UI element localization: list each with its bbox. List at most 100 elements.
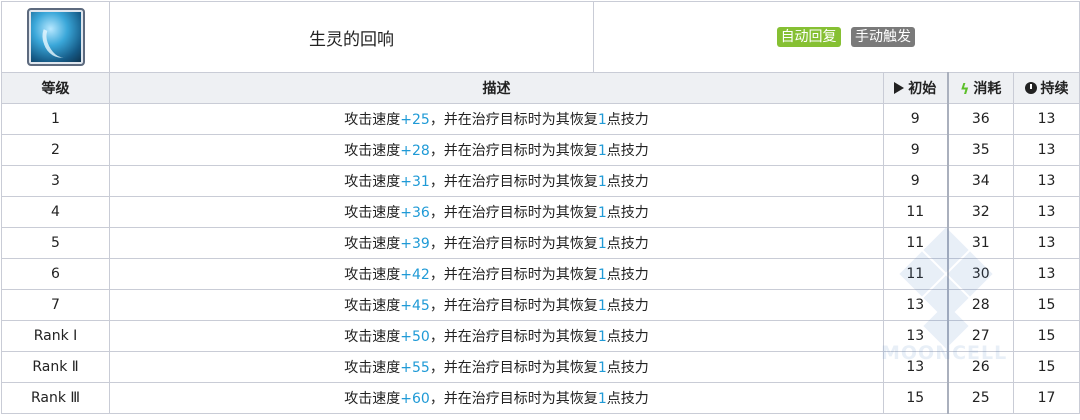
desc-suffix: 点技力 [606, 360, 649, 376]
row-cost: 31 [946, 227, 1014, 259]
row-level: 2 [1, 134, 110, 166]
row-cost: 32 [946, 196, 1014, 228]
table-row: 2 攻击速度+28，并在治疗目标时为其恢复1点技力 9 35 13 [1, 134, 1080, 166]
row-initial: 11 [883, 227, 948, 259]
table-row: Rank Ⅰ 攻击速度+50，并在治疗目标时为其恢复1点技力 13 27 15 [1, 320, 1080, 352]
desc-value: +25 [400, 112, 430, 128]
desc-mid: ，并在治疗目标时为其恢复 [429, 112, 598, 128]
tag-auto-recovery: 自动回复 [776, 27, 841, 47]
col-header-duration: 持续 [1012, 72, 1080, 104]
row-level: 7 [1, 289, 110, 321]
row-description: 攻击速度+28，并在治疗目标时为其恢复1点技力 [109, 134, 884, 166]
desc-mid: ，并在治疗目标时为其恢复 [429, 329, 598, 345]
row-duration: 13 [1012, 196, 1080, 228]
row-description: 攻击速度+50，并在治疗目标时为其恢复1点技力 [109, 320, 884, 352]
table-row: 1 攻击速度+25，并在治疗目标时为其恢复1点技力 9 36 13 [1, 103, 1080, 135]
desc-suffix: 点技力 [606, 143, 649, 159]
desc-amount: 1 [597, 267, 607, 283]
desc-suffix: 点技力 [606, 298, 649, 314]
row-initial: 15 [883, 382, 948, 414]
table-row: 3 攻击速度+31，并在治疗目标时为其恢复1点技力 9 34 13 [1, 165, 1080, 197]
skill-table: 生灵的回响 自动回复 手动触发 等级 描述 初始 ϟ 消耗 持续 1 攻击速度+25… [1, 1, 1080, 414]
row-duration: 15 [1012, 351, 1080, 383]
desc-value: +28 [400, 143, 430, 159]
skill-header-row: 生灵的回响 自动回复 手动触发 [1, 1, 1080, 73]
table-row: 7 攻击速度+45，并在治疗目标时为其恢复1点技力 13 28 15 [1, 289, 1080, 321]
col-header-cost: ϟ 消耗 [946, 72, 1014, 104]
desc-suffix: 点技力 [606, 236, 649, 252]
row-cost: 35 [946, 134, 1014, 166]
desc-value: +50 [400, 329, 430, 345]
desc-prefix: 攻击速度 [344, 174, 401, 190]
row-level: Rank Ⅲ [1, 382, 110, 414]
row-cost: 30 [946, 258, 1014, 290]
row-description: 攻击速度+39，并在治疗目标时为其恢复1点技力 [109, 227, 884, 259]
row-description: 攻击速度+25，并在治疗目标时为其恢复1点技力 [109, 103, 884, 135]
row-duration: 13 [1012, 227, 1080, 259]
row-level: Rank Ⅰ [1, 320, 110, 352]
row-initial: 13 [883, 320, 948, 352]
col-header-level: 等级 [1, 72, 110, 104]
row-description: 攻击速度+31，并在治疗目标时为其恢复1点技力 [109, 165, 884, 197]
desc-amount: 1 [597, 112, 607, 128]
skill-tags: 自动回复 手动触发 [592, 1, 1080, 73]
row-cost: 36 [946, 103, 1014, 135]
desc-amount: 1 [597, 360, 607, 376]
desc-value: +42 [400, 267, 430, 283]
row-description: 攻击速度+55，并在治疗目标时为其恢复1点技力 [109, 351, 884, 383]
row-description: 攻击速度+42，并在治疗目标时为其恢复1点技力 [109, 258, 884, 290]
row-duration: 15 [1012, 289, 1080, 321]
row-duration: 13 [1012, 134, 1080, 166]
row-initial: 9 [883, 103, 948, 135]
desc-suffix: 点技力 [606, 267, 649, 283]
desc-mid: ，并在治疗目标时为其恢复 [429, 391, 598, 407]
row-level: 4 [1, 196, 110, 228]
level-rows: 1 攻击速度+25，并在治疗目标时为其恢复1点技力 9 36 13 2 攻击速度+28，并在… [1, 103, 1080, 414]
skill-panel: 生灵的回响 自动回复 手动触发 等级 描述 初始 ϟ 消耗 持续 1 攻击速度+25… [1, 1, 1080, 418]
desc-suffix: 点技力 [606, 174, 649, 190]
row-cost: 26 [946, 351, 1014, 383]
desc-prefix: 攻击速度 [344, 391, 401, 407]
skill-icon [26, 8, 85, 66]
desc-suffix: 点技力 [606, 329, 649, 345]
desc-prefix: 攻击速度 [344, 329, 401, 345]
row-initial: 11 [883, 196, 948, 228]
clock-icon [1024, 82, 1037, 94]
desc-value: +31 [400, 174, 430, 190]
col-header-initial-label: 初始 [908, 81, 937, 97]
row-cost: 25 [946, 382, 1014, 414]
desc-mid: ，并在治疗目标时为其恢复 [429, 174, 598, 190]
row-initial: 9 [883, 134, 948, 166]
row-cost: 27 [946, 320, 1014, 352]
row-description: 攻击速度+45，并在治疗目标时为其恢复1点技力 [109, 289, 884, 321]
row-initial: 13 [883, 289, 948, 321]
desc-mid: ，并在治疗目标时为其恢复 [429, 143, 598, 159]
desc-prefix: 攻击速度 [344, 360, 401, 376]
desc-mid: ，并在治疗目标时为其恢复 [429, 360, 598, 376]
desc-amount: 1 [597, 143, 607, 159]
table-row: 5 攻击速度+39，并在治疗目标时为其恢复1点技力 11 31 13 [1, 227, 1080, 259]
row-cost: 34 [946, 165, 1014, 197]
desc-amount: 1 [597, 205, 607, 221]
row-duration: 13 [1012, 258, 1080, 290]
table-row: 4 攻击速度+36，并在治疗目标时为其恢复1点技力 11 32 13 [1, 196, 1080, 228]
col-header-duration-label: 持续 [1040, 81, 1069, 97]
desc-suffix: 点技力 [606, 391, 649, 407]
row-duration: 15 [1012, 320, 1080, 352]
row-level: 3 [1, 165, 110, 197]
desc-value: +36 [400, 205, 430, 221]
desc-mid: ，并在治疗目标时为其恢复 [429, 298, 598, 314]
desc-amount: 1 [597, 329, 607, 345]
desc-prefix: 攻击速度 [344, 236, 401, 252]
row-description: 攻击速度+60，并在治疗目标时为其恢复1点技力 [109, 382, 884, 414]
column-header-row: 等级 描述 初始 ϟ 消耗 持续 [1, 72, 1080, 104]
table-row: 6 攻击速度+42，并在治疗目标时为其恢复1点技力 11 30 13 [1, 258, 1080, 290]
row-initial: 13 [883, 351, 948, 383]
row-initial: 9 [883, 165, 948, 197]
desc-mid: ，并在治疗目标时为其恢复 [429, 205, 598, 221]
desc-suffix: 点技力 [606, 205, 649, 221]
play-icon [894, 82, 905, 94]
col-header-initial: 初始 [883, 72, 948, 104]
desc-prefix: 攻击速度 [344, 267, 401, 283]
row-duration: 17 [1012, 382, 1080, 414]
